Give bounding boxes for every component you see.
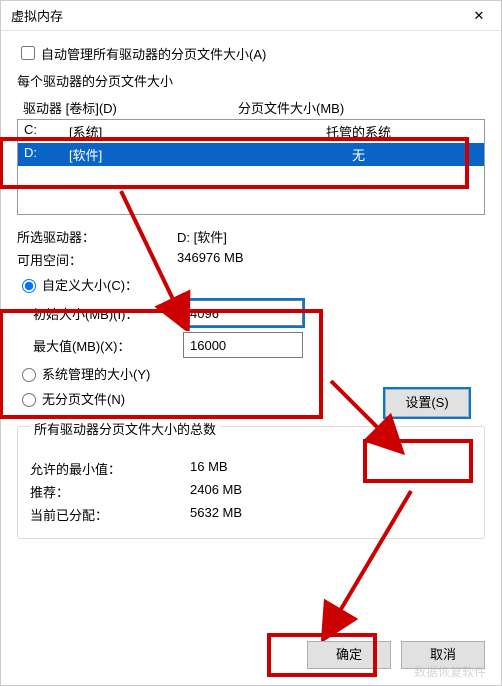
custom-size-radio-row[interactable]: 自定义大小(C)：: [17, 275, 485, 294]
drive-size: 托管的系统: [239, 122, 478, 141]
initial-size-row: 初始大小(MB)(I)：: [33, 300, 485, 326]
table-row[interactable]: C: [系统] 托管的系统: [18, 120, 484, 143]
max-size-input[interactable]: [183, 332, 303, 358]
initial-size-input[interactable]: [183, 300, 303, 326]
drive-list-header: 驱动器 [卷标](D) 分页文件大小(MB): [17, 96, 485, 119]
recommended-label: 推荐：: [30, 482, 190, 501]
titlebar: 虚拟内存 ✕: [1, 1, 501, 31]
available-space-row: 可用空间： 346976 MB: [17, 250, 485, 269]
auto-manage-checkbox[interactable]: [21, 46, 35, 60]
header-size: 分页文件大小(MB): [238, 98, 479, 117]
content-area: 自动管理所有驱动器的分页文件大小(A) 每个驱动器的分页文件大小 驱动器 [卷标…: [1, 31, 501, 631]
system-managed-label: 系统管理的大小(Y): [42, 364, 150, 383]
drive-letter: C:: [24, 122, 69, 141]
drive-letter: D:: [24, 145, 69, 164]
min-label: 允许的最小值：: [30, 459, 190, 478]
set-button[interactable]: 设置(S): [385, 389, 469, 417]
ok-button[interactable]: 确定: [307, 641, 391, 669]
close-button[interactable]: ✕: [457, 1, 501, 31]
drive-volume: [软件]: [69, 145, 239, 164]
totals-group-title: 所有驱动器分页文件大小的总数: [30, 419, 220, 438]
custom-size-radio[interactable]: [22, 279, 36, 293]
drives-section-label: 每个驱动器的分页文件大小: [17, 71, 485, 90]
current-row: 当前已分配： 5632 MB: [30, 505, 472, 524]
auto-manage-label: 自动管理所有驱动器的分页文件大小(A): [41, 44, 266, 63]
window-title: 虚拟内存: [11, 6, 63, 25]
totals-group: 所有驱动器分页文件大小的总数 允许的最小值： 16 MB 推荐： 2406 MB…: [17, 426, 485, 539]
current-label: 当前已分配：: [30, 505, 190, 524]
header-drive: 驱动器 [卷标](D): [23, 98, 238, 117]
selected-drive-value: D: [软件]: [177, 227, 485, 246]
table-row[interactable]: D: [软件] 无: [18, 143, 484, 166]
selected-drive-row: 所选驱动器： D: [软件]: [17, 227, 485, 246]
virtual-memory-dialog: 虚拟内存 ✕ 自动管理所有驱动器的分页文件大小(A) 每个驱动器的分页文件大小 …: [0, 0, 502, 686]
custom-size-label: 自定义大小(C)：: [42, 275, 138, 294]
initial-size-label: 初始大小(MB)(I)：: [33, 304, 183, 323]
drive-list[interactable]: C: [系统] 托管的系统 D: [软件] 无: [17, 119, 485, 215]
recommended-row: 推荐： 2406 MB: [30, 482, 472, 501]
watermark-text: 数据恢复软件: [414, 663, 486, 680]
current-value: 5632 MB: [190, 505, 472, 524]
max-size-row: 最大值(MB)(X)：: [33, 332, 485, 358]
drive-size: 无: [239, 145, 478, 164]
no-paging-label: 无分页文件(N): [42, 389, 125, 408]
recommended-value: 2406 MB: [190, 482, 472, 501]
available-space-label: 可用空间：: [17, 250, 177, 269]
system-managed-radio-row[interactable]: 系统管理的大小(Y): [17, 364, 485, 383]
max-size-label: 最大值(MB)(X)：: [33, 336, 183, 355]
system-managed-radio[interactable]: [22, 368, 36, 382]
min-row: 允许的最小值： 16 MB: [30, 459, 472, 478]
no-paging-radio[interactable]: [22, 393, 36, 407]
auto-manage-checkbox-row[interactable]: 自动管理所有驱动器的分页文件大小(A): [17, 43, 485, 63]
selected-drive-label: 所选驱动器：: [17, 227, 177, 246]
close-icon: ✕: [474, 8, 485, 24]
available-space-value: 346976 MB: [177, 250, 485, 269]
min-value: 16 MB: [190, 459, 472, 478]
drive-volume: [系统]: [69, 122, 239, 141]
